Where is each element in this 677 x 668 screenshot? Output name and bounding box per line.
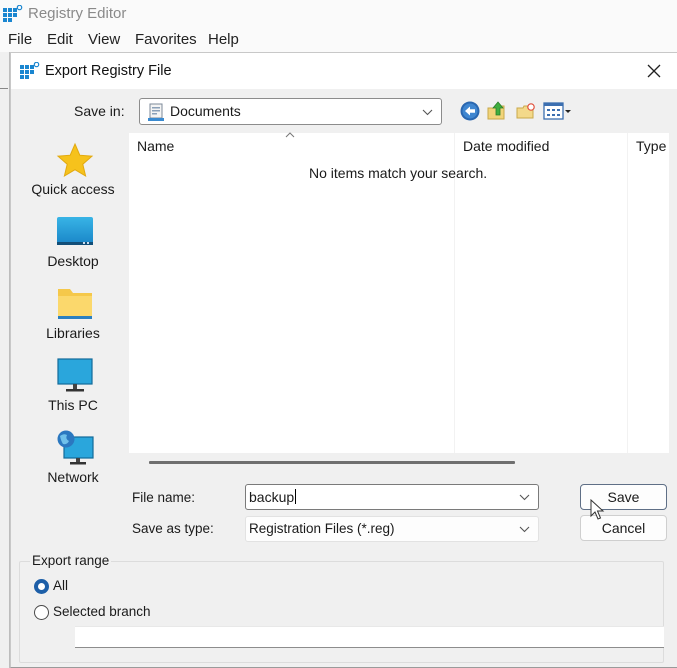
horizontal-scrollbar[interactable] [149, 461, 515, 464]
menu-bar: File Edit View Favorites Help [0, 28, 677, 52]
documents-icon [148, 103, 164, 124]
radio-all-label[interactable]: All [53, 578, 68, 593]
chevron-down-icon[interactable] [519, 494, 530, 501]
save-in-label: Save in: [74, 103, 125, 119]
save-in-value: Documents [170, 103, 241, 119]
desktop-icon [57, 217, 93, 245]
empty-list-message: No items match your search. [309, 165, 488, 181]
place-desktop[interactable]: Desktop [18, 213, 128, 283]
column-header-name[interactable]: Name [137, 138, 174, 154]
column-header-type[interactable]: Type [636, 138, 666, 154]
save-in-dropdown[interactable]: Documents [139, 98, 442, 125]
save-as-type-label: Save as type: [132, 521, 214, 536]
close-icon [647, 64, 661, 78]
place-network[interactable]: Network [18, 429, 128, 499]
back-arrow-icon [460, 101, 480, 121]
back-button[interactable] [459, 100, 483, 124]
place-label: This PC [48, 397, 98, 413]
dialog-title: Export Registry File [45, 63, 172, 79]
file-name-value: backup [249, 489, 295, 505]
up-one-level-button[interactable] [486, 100, 510, 124]
menu-file[interactable]: File [8, 31, 32, 48]
navigation-toolbar [459, 100, 579, 124]
radio-selected-branch[interactable] [34, 605, 49, 620]
column-separator[interactable] [454, 133, 455, 453]
place-quick-access[interactable]: Quick access [18, 141, 128, 211]
file-list[interactable]: Name Date modified Type No items match y… [129, 132, 669, 453]
menu-view[interactable]: View [88, 31, 120, 48]
column-header-date-modified[interactable]: Date modified [463, 138, 549, 154]
save-as-type-dropdown[interactable]: Registration Files (*.reg) [245, 516, 539, 542]
place-label: Desktop [47, 253, 99, 269]
menu-help[interactable]: Help [208, 31, 239, 48]
registry-editor-icon [3, 4, 23, 26]
export-range-group: Export range All Selected branch [19, 553, 664, 663]
chevron-down-icon [519, 526, 530, 533]
star-icon [56, 142, 94, 178]
view-menu-icon [543, 102, 571, 120]
mouse-cursor-icon [590, 499, 605, 520]
radio-selected-branch-label[interactable]: Selected branch [53, 604, 151, 619]
save-as-type-value: Registration Files (*.reg) [249, 521, 395, 536]
registry-editor-icon [20, 61, 40, 83]
close-button[interactable] [631, 53, 677, 89]
parent-window-edge [0, 52, 10, 668]
selected-branch-input[interactable] [75, 626, 664, 648]
place-label: Network [47, 469, 99, 485]
new-folder-icon [516, 103, 535, 119]
parent-window-title: Registry Editor [28, 5, 127, 22]
network-icon [57, 430, 94, 465]
column-separator[interactable] [627, 133, 628, 453]
place-label: Quick access [31, 181, 115, 197]
view-menu-button[interactable] [543, 100, 573, 124]
sort-ascending-icon [285, 132, 295, 138]
file-name-label: File name: [132, 490, 196, 505]
menu-favorites[interactable]: Favorites [135, 31, 197, 48]
dialog-title-bar: Export Registry File [11, 53, 677, 89]
file-name-input[interactable]: backup [245, 484, 539, 510]
parent-title-bar: Registry Editor [0, 0, 677, 28]
folder-icon [58, 289, 92, 319]
place-label: Libraries [46, 325, 100, 341]
export-registry-dialog: Export Registry File Save in: Documents [10, 52, 677, 668]
radio-all[interactable] [34, 579, 49, 594]
menu-edit[interactable]: Edit [47, 31, 73, 48]
chevron-down-icon [422, 109, 433, 116]
place-libraries[interactable]: Libraries [18, 285, 128, 355]
places-bar: Quick access Desktop Libraries This PC N… [18, 133, 128, 503]
monitor-icon [57, 358, 93, 392]
place-this-pc[interactable]: This PC [18, 357, 128, 427]
new-folder-button[interactable] [515, 100, 539, 124]
text-caret [295, 489, 297, 504]
export-range-legend: Export range [30, 553, 112, 568]
folder-up-icon [487, 101, 505, 120]
